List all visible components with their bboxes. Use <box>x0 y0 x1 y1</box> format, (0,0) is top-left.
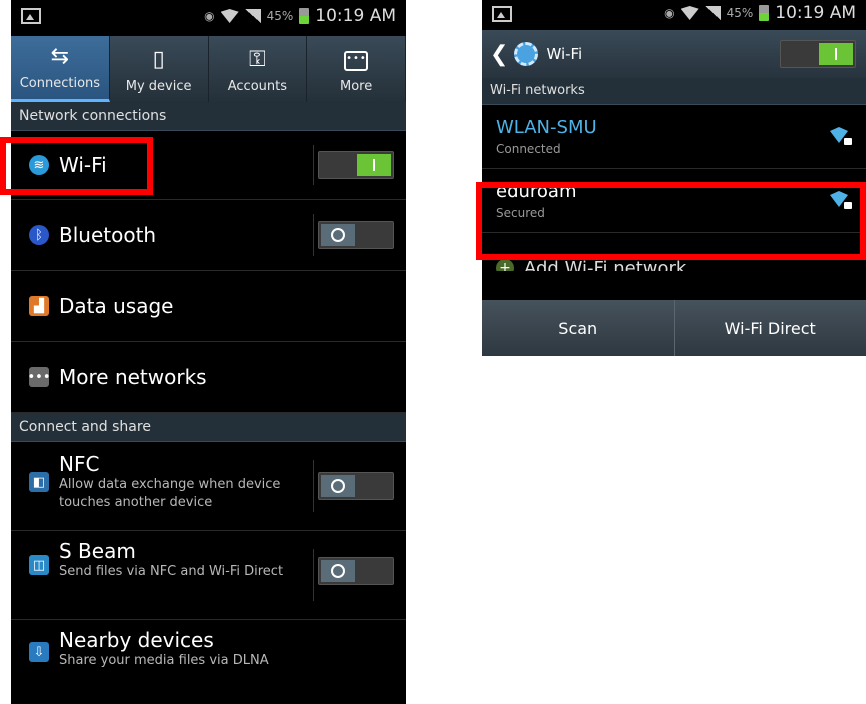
wifi-row[interactable]: ≋ Wi-Fi <box>11 131 406 200</box>
settings-tabs: ⇆ Connections ▯ My device ⚿ Accounts •••… <box>11 36 406 102</box>
bluetooth-row[interactable]: ᛒ Bluetooth <box>11 200 406 271</box>
my-device-icon: ▯ <box>152 47 165 72</box>
battery-percent: 45% <box>266 9 294 23</box>
nearby-devices-row[interactable]: ⇩ Nearby devices Share your media files … <box>11 620 406 686</box>
wifi-label: Wi-Fi <box>59 153 107 177</box>
s-beam-row[interactable]: ◫ S Beam Send files via NFC and Wi-Fi Di… <box>11 531 406 620</box>
divider <box>313 459 314 513</box>
divider <box>313 214 314 256</box>
tab-label: Connections <box>19 76 101 91</box>
bottom-action-bar: Scan Wi-Fi Direct <box>482 300 866 356</box>
tab-my-device[interactable]: ▯ My device <box>110 36 209 102</box>
toggle-knob <box>819 43 853 65</box>
add-network-label: Add Wi-Fi network <box>524 258 687 271</box>
network-name: eduroam <box>496 181 577 202</box>
signal-icon <box>704 6 721 20</box>
more-networks-icon: ••• <box>28 367 51 387</box>
wifi-secured-icon <box>830 191 852 209</box>
eye-icon: ◉ <box>204 9 215 23</box>
add-wifi-network-row[interactable]: + Add Wi-Fi network <box>482 233 866 271</box>
nearby-devices-icon: ⇩ <box>29 642 49 662</box>
network-name: WLAN-SMU <box>496 117 597 138</box>
tab-label: More <box>340 79 373 94</box>
bluetooth-label: Bluetooth <box>59 223 157 247</box>
s-beam-icon: ◫ <box>29 555 49 575</box>
section-network-connections: Network connections <box>11 102 406 131</box>
nfc-description: Allow data exchange when device touches … <box>59 477 281 510</box>
scan-button[interactable]: Scan <box>482 300 674 356</box>
tab-accounts[interactable]: ⚿ Accounts <box>209 36 308 102</box>
network-item-wlan-smu[interactable]: WLAN-SMU Connected <box>482 105 866 169</box>
data-usage-row[interactable]: ▟ Data usage <box>11 271 406 342</box>
nearby-devices-label: Nearby devices <box>59 628 214 652</box>
nearby-devices-description: Share your media files via DLNA <box>59 653 269 668</box>
bluetooth-icon: ᛒ <box>29 225 49 245</box>
data-usage-label: Data usage <box>59 294 174 318</box>
wifi-icon: ≋ <box>29 155 49 175</box>
divider <box>313 548 314 602</box>
tab-connections[interactable]: ⇆ Connections <box>11 36 110 102</box>
toggle-knob <box>357 154 391 176</box>
nfc-toggle[interactable] <box>318 472 394 500</box>
network-item-eduroam[interactable]: eduroam Secured <box>482 169 866 233</box>
add-icon: + <box>496 259 514 271</box>
wifi-master-toggle[interactable] <box>780 40 856 68</box>
battery-icon <box>299 8 310 24</box>
settings-screen: ◉ 45% 10:19 AM ⇆ Connections ▯ My device… <box>11 0 406 704</box>
more-icon: ••• <box>344 44 369 71</box>
accounts-icon: ⚿ <box>249 47 266 72</box>
network-status: Connected <box>496 142 561 156</box>
network-status: Secured <box>496 206 545 220</box>
bluetooth-toggle[interactable] <box>318 221 394 249</box>
section-wifi-networks: Wi-Fi networks <box>482 78 866 105</box>
toggle-knob <box>321 560 355 582</box>
tab-label: Accounts <box>227 79 287 94</box>
settings-gear-icon <box>514 42 539 66</box>
wifi-direct-button[interactable]: Wi-Fi Direct <box>673 300 866 356</box>
status-bar: ◉ 45% 10:19 AM <box>482 0 866 30</box>
wifi-status-icon <box>220 9 239 23</box>
nfc-row[interactable]: ◧ NFC Allow data exchange when device to… <box>11 442 406 531</box>
gallery-notification-icon <box>21 8 41 24</box>
back-arrow-icon[interactable]: ❮ <box>490 42 508 67</box>
nfc-icon: ◧ <box>29 472 49 492</box>
clock: 10:19 AM <box>315 6 396 26</box>
page-title: Wi-Fi <box>546 45 583 63</box>
tab-more[interactable]: ••• More <box>307 36 406 102</box>
gallery-notification-icon <box>492 6 512 22</box>
more-networks-label: More networks <box>59 365 207 389</box>
battery-icon <box>759 5 770 21</box>
wifi-settings-screen: ◉ 45% 10:19 AM ❮ Wi-Fi Wi-Fi networks WL… <box>482 0 866 356</box>
toggle-knob <box>321 475 355 497</box>
tab-label: My device <box>125 79 192 94</box>
eye-icon: ◉ <box>664 6 675 20</box>
toggle-knob <box>321 224 355 246</box>
more-networks-row[interactable]: ••• More networks <box>11 342 406 413</box>
battery-percent: 45% <box>726 6 754 20</box>
action-bar: ❮ Wi-Fi <box>482 30 866 78</box>
data-usage-icon: ▟ <box>29 296 49 316</box>
wifi-toggle[interactable] <box>318 151 394 179</box>
clock: 10:19 AM <box>775 3 856 23</box>
wifi-status-icon <box>680 6 699 20</box>
status-bar: ◉ 45% 10:19 AM <box>11 0 406 36</box>
s-beam-label: S Beam <box>59 539 136 563</box>
connections-icon: ⇆ <box>50 44 70 69</box>
s-beam-description: Send files via NFC and Wi-Fi Direct <box>59 564 284 579</box>
section-connect-and-share: Connect and share <box>11 413 406 442</box>
signal-icon <box>244 9 261 23</box>
wifi-secured-icon <box>830 127 852 145</box>
nfc-label: NFC <box>59 452 100 476</box>
s-beam-toggle[interactable] <box>318 557 394 585</box>
divider <box>313 144 314 186</box>
